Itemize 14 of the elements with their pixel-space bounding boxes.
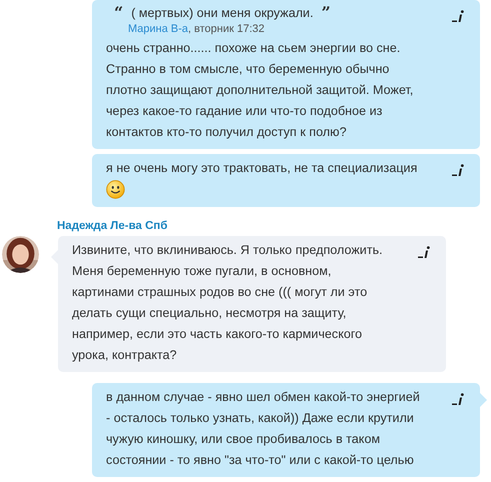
quote-author-link[interactable]: Марина В-а [128, 23, 188, 35]
edit-icon[interactable] [452, 10, 464, 22]
edit-icon[interactable] [418, 246, 430, 258]
message-text: Извините, что вклиниваюсь. Я только предположить. Меня беременную тоже пугали, в основном, картинами страшных родов во сне ((( могут ли это делать сущи специально, несмотря на защиту, например, если это часть какого-то кармического урока, контракта? [72, 242, 384, 364]
edit-icon[interactable] [452, 393, 464, 405]
sender-name: Надежда Ле-ва Спб [57, 219, 168, 233]
quoted-text: ( мертвых) они меня окружали. [131, 5, 314, 22]
quote-mark: ” [321, 4, 331, 22]
message-text: очень странно...... похоже на сьем энергии во сне. Странно в том смысле, что беременную обычно плотно защищают дополнительной защитой. Может, через какое-то гадание или что-то подобное из контактов кто-то получил доступ к полю? [106, 40, 414, 141]
message-text: в данном случае - явно шел обмен какой-то энергией - осталось только узнать, какой)) Даже если крутили чужую киношку, или свое пробивалось в таком состоянии - то явно "за что-то" или с какой-то целью [106, 389, 421, 469]
edit-icon[interactable] [452, 164, 464, 176]
quote-mark: “ [114, 4, 124, 22]
quote-time: , вторник 17:32 [188, 23, 265, 35]
message-text: я не очень могу это трактовать, не та специализация [106, 160, 418, 177]
